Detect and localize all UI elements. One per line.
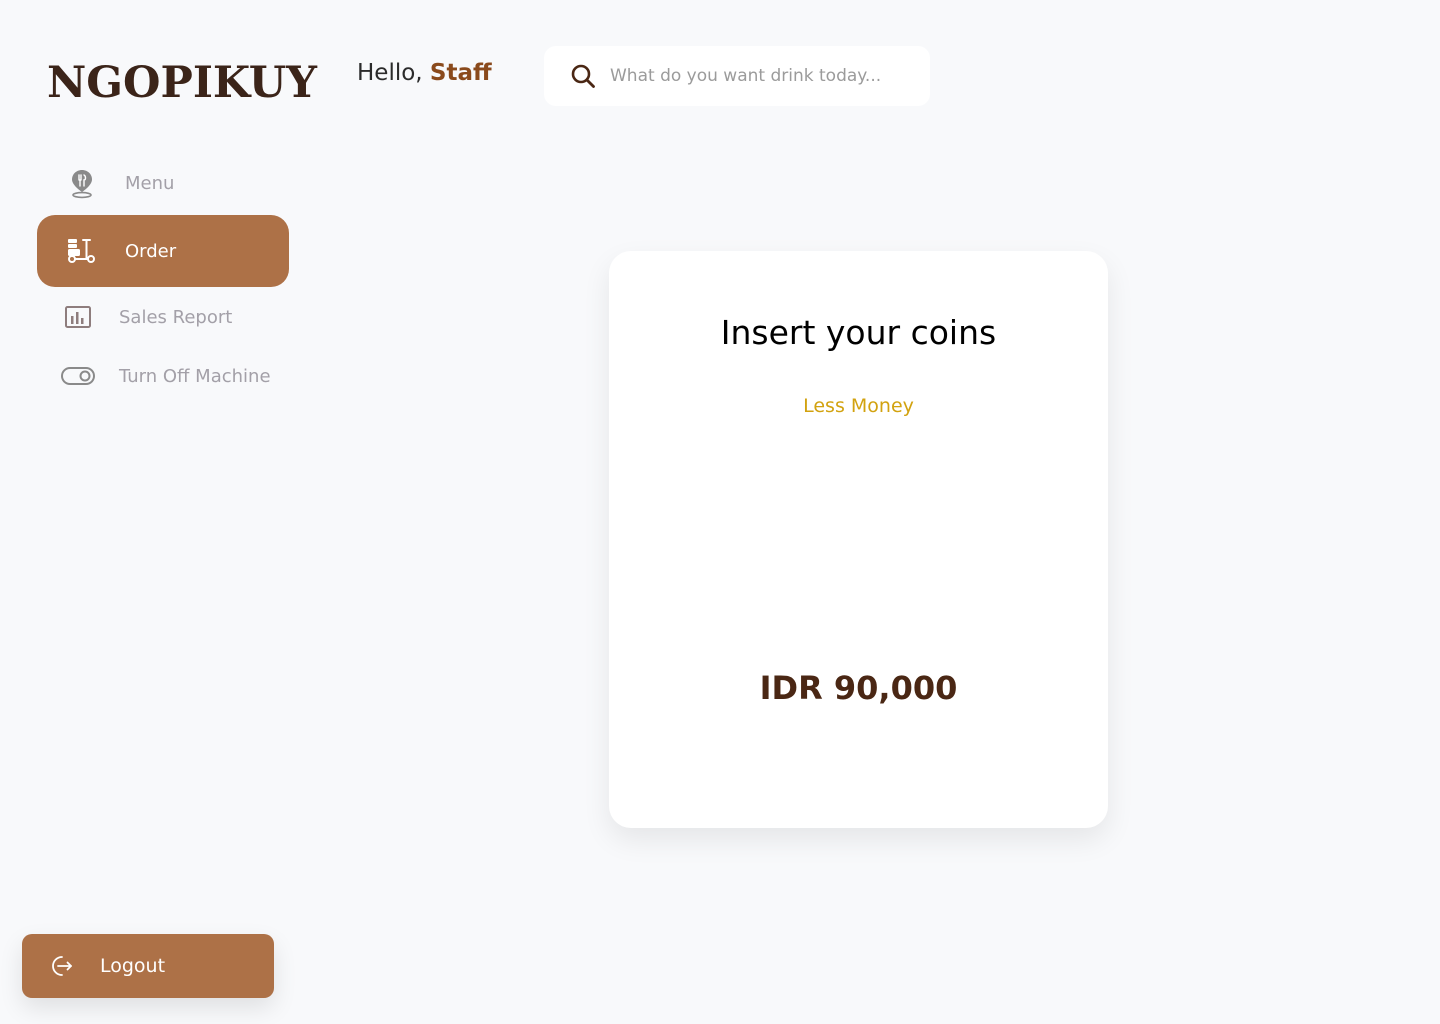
coin-insert-card: Insert your coins Less Money IDR 90,000 xyxy=(609,251,1108,828)
card-title: Insert your coins xyxy=(720,313,997,352)
sidebar-item-label: Turn Off Machine xyxy=(119,365,271,387)
coin-amount: IDR 90,000 xyxy=(759,669,958,707)
logout-button[interactable]: Logout xyxy=(22,934,274,998)
money-status: Less Money xyxy=(803,395,914,417)
sidebar-item-order[interactable]: Order xyxy=(37,215,289,287)
sidebar-item-sales-report[interactable]: Sales Report xyxy=(62,300,292,334)
sidebar-item-label: Sales Report xyxy=(119,306,233,328)
brand-logo: NGOPIKUY xyxy=(47,58,317,108)
coin-icon xyxy=(754,431,954,621)
search-input[interactable] xyxy=(608,65,912,87)
location-fork-icon xyxy=(66,167,98,199)
sidebar-item-label: Order xyxy=(125,240,177,262)
sidebar-item-label: Menu xyxy=(125,172,175,194)
greeting-text: Hello, xyxy=(357,60,423,86)
search-bar[interactable] xyxy=(544,46,930,106)
logout-icon xyxy=(48,953,74,979)
logout-label: Logout xyxy=(100,955,166,977)
delivery-cart-icon xyxy=(65,235,97,267)
sidebar-item-menu[interactable]: Menu xyxy=(66,166,286,200)
user-name: Staff xyxy=(429,60,492,86)
toggle-icon xyxy=(60,360,96,392)
bar-chart-icon xyxy=(62,301,94,333)
sidebar-item-turn-off-machine[interactable]: Turn Off Machine xyxy=(60,359,300,393)
greeting: Hello, Staff xyxy=(357,60,492,86)
search-icon[interactable] xyxy=(570,63,596,89)
